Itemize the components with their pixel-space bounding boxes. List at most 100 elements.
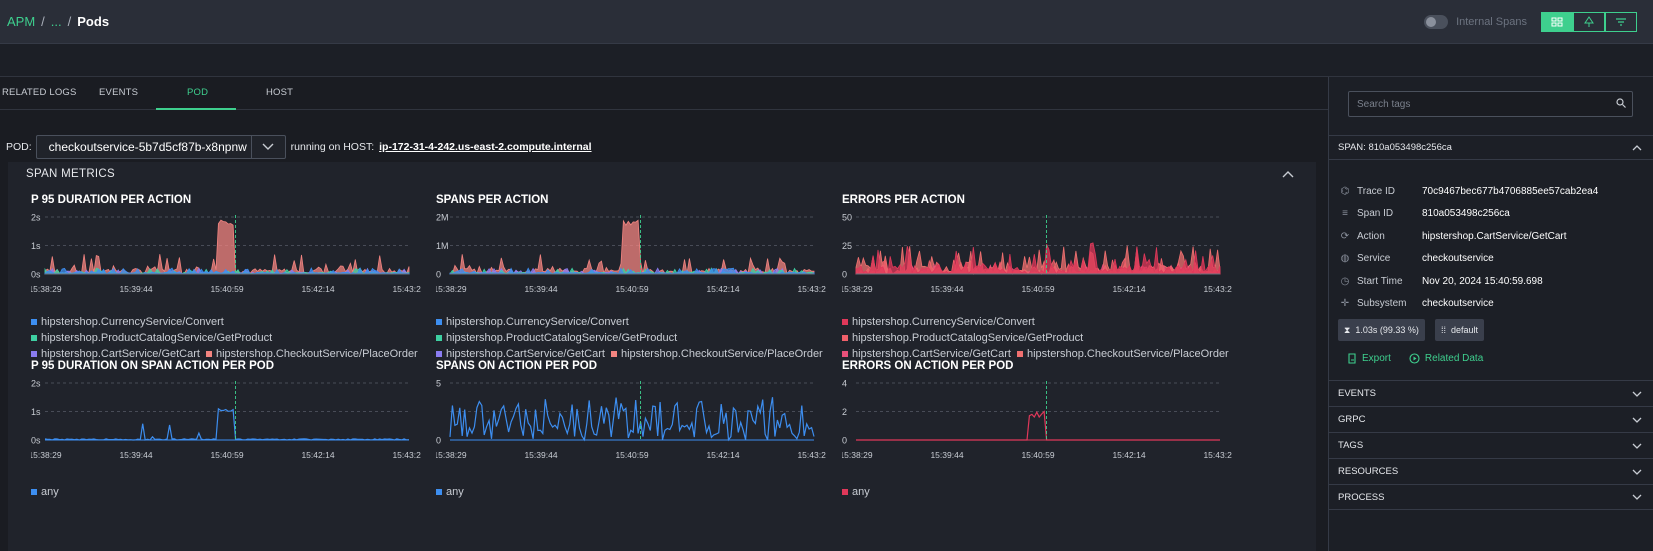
- chart-3: ERRORS PER ACTION 50 25 0 15:38:29 15:39:44 15…: [842, 194, 1242, 362]
- search-icon[interactable]: [1610, 97, 1632, 111]
- grid-icon: [1551, 17, 1563, 27]
- legend-label: any: [41, 486, 59, 498]
- chart-plot: 4 2 0 15:38:29 15:39:44 15:40:59 15:42:14 15:43…: [842, 379, 1232, 461]
- y-tick-label: 2s: [31, 379, 41, 389]
- legend-item[interactable]: any: [436, 484, 464, 500]
- y-tick-label: 0: [436, 270, 441, 280]
- legend-swatch: [31, 489, 37, 495]
- legend-item[interactable]: hipstershop.CurrencyService/Convert: [436, 314, 629, 330]
- legend-label: hipstershop.CurrencyService/Convert: [41, 316, 224, 328]
- globe-icon: ◍: [1340, 252, 1350, 264]
- legend-swatch: [31, 335, 37, 341]
- pod-select[interactable]: checkoutservice-5b7d5cf87b-x8npnw: [35, 135, 286, 159]
- hourglass-icon: ⧗: [1344, 324, 1351, 335]
- legend-swatch: [842, 351, 848, 357]
- tab-bar: RELATED LOGS EVENTS POD HOST: [0, 77, 1328, 110]
- x-tick-label: 15:40:59: [615, 450, 648, 460]
- legend-swatch: [31, 351, 37, 357]
- field-key: Action: [1357, 230, 1385, 242]
- chevron-down-icon[interactable]: [1632, 491, 1642, 503]
- chart-plot: 2s 1s 0s 15:38:29 15:39:44 15:40:59 15:42:14 15…: [31, 379, 421, 461]
- field-value: 810a053498c256ca: [1422, 207, 1510, 219]
- internal-spans-toggle[interactable]: [1424, 15, 1449, 29]
- y-tick-label: 1s: [31, 407, 41, 417]
- related-data-button[interactable]: Related Data: [1409, 353, 1483, 364]
- list-view-button[interactable]: [1605, 12, 1637, 32]
- chevron-down-icon[interactable]: [250, 136, 285, 158]
- export-button[interactable]: Export: [1347, 353, 1391, 364]
- chevron-up-icon[interactable]: [1282, 167, 1294, 181]
- section-process[interactable]: PROCESS: [1329, 484, 1653, 510]
- view-controls: Internal Spans: [1424, 12, 1637, 32]
- y-tick-label: 2: [842, 407, 847, 417]
- legend-item[interactable]: any: [842, 484, 870, 500]
- legend-label: hipstershop.CurrencyService/Convert: [852, 316, 1035, 328]
- legend-label: hipstershop.ProductCatalogService/GetPro…: [852, 332, 1084, 344]
- field-trace-id: ⌬ Trace ID 70c9467bec677b4706885ee57cab2…: [1339, 183, 1644, 199]
- subsystem-icon: ✛: [1340, 297, 1350, 309]
- grid-view-button[interactable]: [1541, 12, 1573, 32]
- tab-related-logs[interactable]: RELATED LOGS: [2, 87, 77, 98]
- legend-item[interactable]: any: [31, 484, 59, 500]
- x-tick-label: 15:40:59: [1021, 450, 1054, 460]
- span-metrics-title: SPAN METRICS: [26, 168, 116, 180]
- breadcrumb-apm[interactable]: APM: [7, 14, 35, 29]
- search-tags-box: [1348, 91, 1633, 117]
- tab-pod[interactable]: POD: [187, 87, 208, 98]
- top-bar: APM / ... / Pods Internal Spans: [0, 0, 1653, 44]
- section-label: RESOURCES: [1338, 466, 1399, 477]
- section-tags[interactable]: TAGS: [1329, 432, 1653, 458]
- play-circle-icon: [1409, 353, 1420, 364]
- field-key: Trace ID: [1357, 185, 1395, 197]
- field-value: Nov 20, 2024 15:40:59.698: [1422, 275, 1543, 287]
- x-tick-label: 15:39:44: [524, 450, 557, 460]
- legend-item[interactable]: hipstershop.ProductCatalogService/GetPro…: [436, 330, 677, 346]
- y-tick-label: 0: [436, 436, 441, 446]
- y-tick-label: 1M: [436, 241, 449, 251]
- span-header[interactable]: SPAN: 810a053498c256ca: [1329, 135, 1653, 160]
- legend-label: hipstershop.ProductCatalogService/GetPro…: [41, 332, 273, 344]
- legend-item[interactable]: hipstershop.CurrencyService/Convert: [842, 314, 1035, 330]
- y-tick-label: 0: [842, 270, 847, 280]
- series-line: [44, 407, 410, 441]
- chevron-down-icon[interactable]: [1632, 466, 1642, 478]
- x-tick-label: 15:40:59: [210, 450, 243, 460]
- x-tick-label: 15:40:59: [1021, 284, 1054, 294]
- chart-4: P 95 DURATION ON SPAN ACTION PER POD 2s 1s…: [31, 360, 431, 500]
- chevron-down-icon[interactable]: [1632, 414, 1642, 426]
- breadcrumb-ellipsis[interactable]: ...: [51, 14, 62, 29]
- map-view-button[interactable]: [1573, 12, 1605, 32]
- x-tick-label: 15:42:14: [1112, 450, 1145, 460]
- sub-bar: [0, 44, 1653, 77]
- section-grpc[interactable]: GRPC: [1329, 406, 1653, 432]
- x-tick-label: 15:38:29: [842, 284, 873, 294]
- legend-item[interactable]: hipstershop.CurrencyService/Convert: [31, 314, 224, 330]
- section-label: PROCESS: [1338, 491, 1385, 503]
- running-on-label: running on HOST:: [290, 141, 375, 153]
- legend-item[interactable]: hipstershop.ProductCatalogService/GetPro…: [31, 330, 272, 346]
- field-key: Start Time: [1357, 275, 1403, 287]
- x-tick-label: 15:38:29: [31, 450, 62, 460]
- host-link[interactable]: ip-172-31-4-242.us-east-2.compute.intern…: [379, 141, 591, 153]
- x-tick-label: 15:43:29: [797, 450, 826, 460]
- tab-events[interactable]: EVENTS: [99, 87, 138, 98]
- legend-item[interactable]: hipstershop.ProductCatalogService/GetPro…: [842, 330, 1083, 346]
- clock-icon: ◷: [1340, 275, 1350, 287]
- tab-host[interactable]: HOST: [266, 87, 293, 98]
- section-resources[interactable]: RESOURCES: [1329, 458, 1653, 484]
- chevron-down-icon[interactable]: [1632, 440, 1642, 452]
- field-subsystem: ✛ Subsystem checkoutservice: [1339, 295, 1644, 311]
- x-tick-label: 15:39:44: [119, 450, 152, 460]
- chart-title: SPANS ON ACTION PER POD: [436, 360, 598, 372]
- export-icon: [1348, 353, 1356, 364]
- x-tick-label: 15:42:14: [706, 450, 739, 460]
- x-tick-label: 15:38:29: [31, 284, 62, 294]
- breadcrumb-separator: /: [67, 14, 72, 29]
- x-tick-label: 15:42:14: [301, 284, 334, 294]
- legend-swatch: [842, 489, 848, 495]
- chevron-down-icon[interactable]: [1632, 388, 1642, 400]
- chevron-up-icon[interactable]: [1632, 142, 1642, 154]
- search-tags-input[interactable]: [1349, 98, 1610, 110]
- x-tick-label: 15:43:29: [797, 284, 826, 294]
- section-events[interactable]: EVENTS: [1329, 380, 1653, 406]
